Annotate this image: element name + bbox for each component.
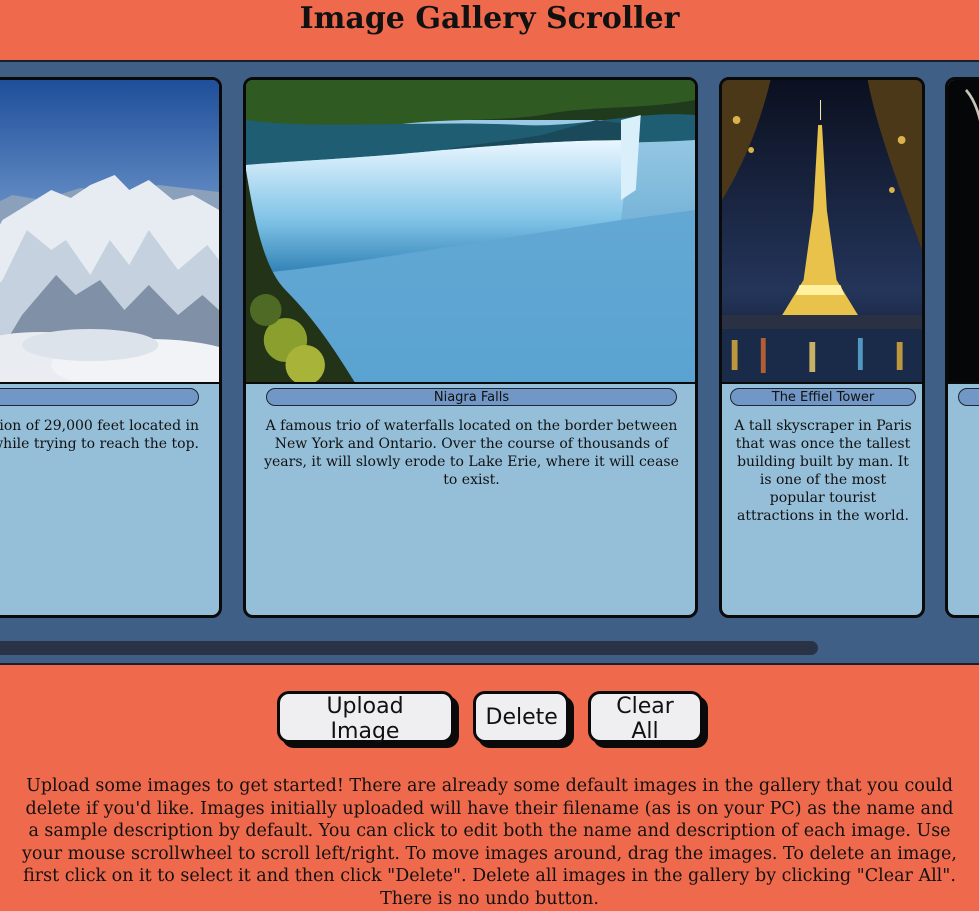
gallery-card-niagara-falls[interactable]: Niagra Falls A famous trio of waterfalls… — [243, 77, 698, 618]
waterfall-image[interactable] — [246, 80, 695, 384]
card-name-pill[interactable] — [0, 388, 199, 406]
upload-image-button[interactable]: Upload Image — [276, 691, 454, 744]
gallery-card-mountain[interactable]: ation of 29,000 feet located in while tr… — [0, 77, 222, 618]
card-name-pill[interactable]: Niagra Falls — [266, 388, 677, 406]
card-description[interactable]: ation of 29,000 feet located in while tr… — [0, 417, 201, 453]
card-description[interactable]: A tall skyscraper in Paris that was once… — [734, 417, 912, 525]
horizontal-scrollbar-thumb[interactable] — [0, 641, 818, 655]
toolbar: Upload Image Delete Clear All — [0, 691, 979, 751]
card-name-pill[interactable]: The Effiel Tower — [730, 388, 916, 406]
gallery-card-eiffel-tower[interactable]: The Effiel Tower A tall skyscraper in Pa… — [719, 77, 925, 618]
page-title: Image Gallery Scroller — [299, 1, 680, 36]
delete-button[interactable]: Delete — [472, 691, 569, 743]
image-gallery-scroller[interactable]: ation of 29,000 feet located in while tr… — [0, 60, 979, 665]
mountain-range-image[interactable] — [0, 80, 219, 384]
space-image[interactable] — [948, 80, 979, 384]
card-name-pill[interactable] — [958, 388, 979, 406]
eiffel-tower-image[interactable] — [722, 80, 922, 384]
instructions-text: Upload some images to get started! There… — [22, 776, 957, 909]
card-description[interactable]: A famous trio of waterfalls located on t… — [264, 417, 679, 489]
gallery-card-space[interactable] — [945, 77, 979, 618]
clear-all-button[interactable]: Clear All — [587, 691, 703, 744]
